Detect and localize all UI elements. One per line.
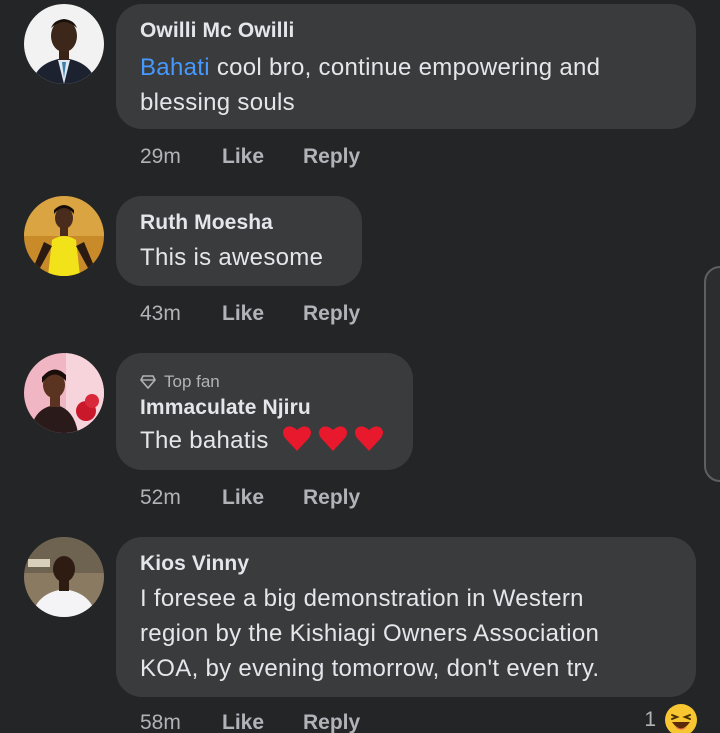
comment-actions: 58m Like Reply — [140, 711, 360, 733]
avatar-image — [24, 353, 104, 433]
comment-actions: 29m Like Reply — [140, 145, 360, 169]
heart-emoji-icon — [354, 424, 384, 462]
heart-emoji-icon — [318, 424, 348, 462]
comment-text-part: region by the Kishiagi Owners Associatio… — [140, 620, 600, 647]
comment-text-part: blessing souls — [140, 89, 295, 116]
reply-button[interactable]: Reply — [303, 486, 360, 510]
comment-text: Bahati cool bro, continue empowering and… — [140, 50, 672, 120]
comment-timestamp[interactable]: 43m — [140, 302, 222, 326]
scroll-handle[interactable] — [704, 266, 720, 482]
comment-text-part: The bahatis — [140, 427, 269, 454]
comment-text-part: I foresee a big demonstration in Western — [140, 585, 584, 612]
comment-text: I foresee a big demonstration in Western… — [140, 581, 672, 686]
reply-button[interactable]: Reply — [303, 711, 360, 733]
comment-bubble: Owilli Mc Owilli Bahati cool bro, contin… — [116, 4, 696, 129]
comment-bubble: Ruth Moesha This is awesome — [116, 196, 362, 286]
avatar[interactable] — [24, 4, 104, 84]
reply-button[interactable]: Reply — [303, 302, 360, 326]
avatar-image — [24, 4, 104, 84]
avatar-image — [24, 537, 104, 617]
like-button[interactable]: Like — [222, 711, 303, 733]
comment-author[interactable]: Kios Vinny — [140, 551, 672, 577]
mention-link[interactable]: Bahati — [140, 54, 210, 81]
avatar-image — [24, 196, 104, 276]
comment-text: This is awesome — [140, 244, 324, 271]
comment-bubble: Kios Vinny I foresee a big demonstration… — [116, 537, 696, 697]
comment-author[interactable]: Ruth Moesha — [140, 210, 338, 236]
like-button[interactable]: Like — [222, 486, 303, 510]
avatar[interactable] — [24, 353, 104, 433]
avatar[interactable] — [24, 537, 104, 617]
comment-text-part: KOA, by evening tomorrow, don't even try… — [140, 655, 600, 682]
diamond-icon — [140, 375, 156, 389]
comment-text: The bahatis — [140, 423, 389, 462]
reply-button[interactable]: Reply — [303, 145, 360, 169]
heart-emoji-icon — [282, 424, 312, 462]
like-button[interactable]: Like — [222, 302, 303, 326]
comment-bubble: Top fan Immaculate Njiru The bahatis — [116, 353, 413, 470]
comment-author[interactable]: Owilli Mc Owilli — [140, 18, 672, 44]
like-button[interactable]: Like — [222, 145, 303, 169]
comment-actions: 52m Like Reply — [140, 486, 360, 510]
reaction-summary[interactable]: 1 — [644, 703, 698, 733]
comment-author[interactable]: Immaculate Njiru — [140, 395, 389, 421]
comment-timestamp[interactable]: 52m — [140, 486, 222, 510]
top-fan-label: Top fan — [164, 372, 220, 391]
comment-timestamp[interactable]: 29m — [140, 145, 222, 169]
avatar[interactable] — [24, 196, 104, 276]
comment-text-part: cool bro, continue empowering and — [209, 54, 601, 81]
comment-actions: 43m Like Reply — [140, 302, 360, 326]
laughing-emoji-icon — [665, 704, 697, 733]
reaction-count: 1 — [644, 708, 656, 731]
top-fan-badge: Top fan — [140, 371, 389, 393]
comments-page: Owilli Mc Owilli Bahati cool bro, contin… — [0, 0, 720, 733]
comment-timestamp[interactable]: 58m — [140, 711, 222, 733]
